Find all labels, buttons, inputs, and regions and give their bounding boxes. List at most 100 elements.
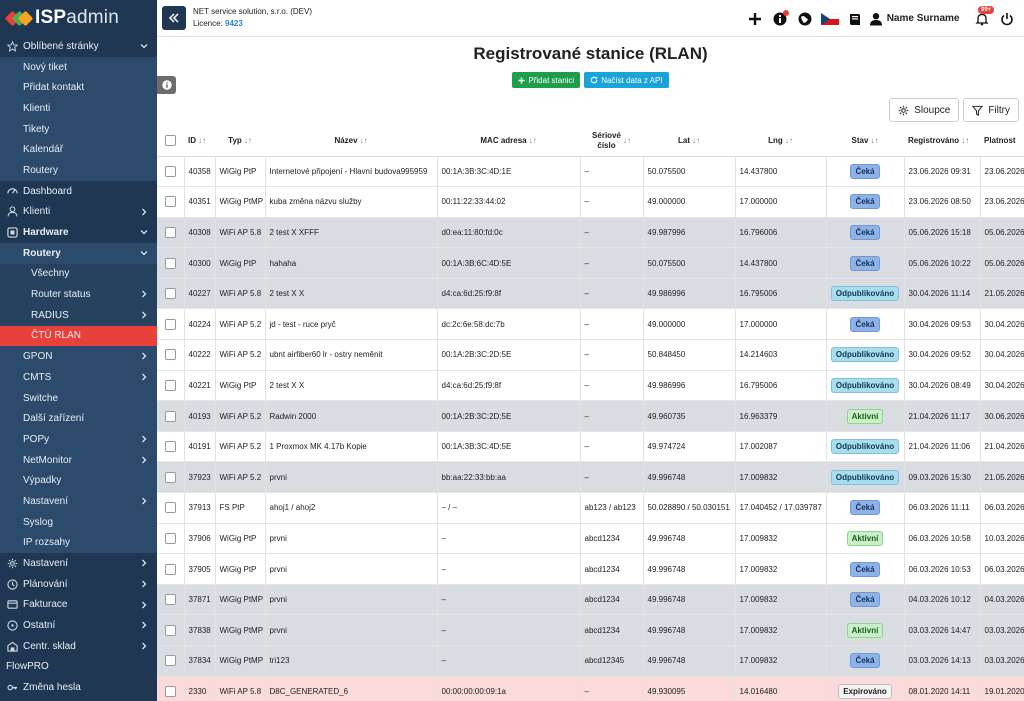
sidebar-item-planovani[interactable]: Plánování <box>0 573 157 595</box>
col-header-platnost[interactable]: Platnost <box>980 126 1024 157</box>
table-row[interactable]: 37905 WiGig PtP prvni – abcd1234 49.996748 17.… <box>157 553 1024 585</box>
globe-button[interactable] <box>794 8 816 30</box>
user-menu-button[interactable] <box>869 8 883 30</box>
row-checkbox[interactable] <box>164 257 176 269</box>
table-row[interactable]: 37913 FS PtP ahoj1 / ahoj2– / – ab123 / ab1… <box>157 492 1024 524</box>
row-checkbox[interactable] <box>164 655 176 667</box>
col-header-nazev[interactable]: Název ↓↑ <box>265 126 437 157</box>
add-station-button[interactable]: Přidat stanici <box>512 72 581 88</box>
col-header-typ[interactable]: Typ ↓↑ <box>215 126 265 157</box>
col-header-lng[interactable]: Lng ↓↑ <box>735 126 826 157</box>
sidebar-item-tikety[interactable]: Tikety <box>0 118 157 140</box>
sidebar-item-novy-tiket[interactable]: Nový tiket <box>0 56 157 78</box>
sidebar-item-router-status[interactable]: Router status <box>0 284 157 305</box>
row-checkbox[interactable] <box>164 532 176 544</box>
table-row[interactable]: 37923 WiFi AP 5.2 prvni bb:aa:22:33:bb:aa –4… <box>157 461 1024 494</box>
table-row[interactable]: 40224 WiFi AP 5.2 jd - test - ruce pryč dc:… <box>157 308 1024 341</box>
info-button[interactable] <box>769 8 791 30</box>
sidebar-item-pridat-kontakt[interactable]: Přidat kontakt <box>0 77 157 99</box>
sidebar-item-netmonitor[interactable]: NetMonitor <box>0 449 157 471</box>
table-row[interactable]: 40300 WiGig PtP hahaha 00:1A:3B:6C:4D:5E –50… <box>157 247 1024 279</box>
sidebar-item-popy[interactable]: POPy <box>0 429 157 450</box>
row-checkbox[interactable] <box>164 196 176 208</box>
table-row[interactable]: 40191 WiFi AP 5.2 1 Proxmox MK 4.17b Kopie… <box>157 431 1024 463</box>
col-header-lat[interactable]: Lat ↓↑ <box>643 126 735 157</box>
logo[interactable]: ISPadmin <box>0 0 157 36</box>
docs-button[interactable] <box>844 8 866 30</box>
select-all-checkbox[interactable] <box>165 135 176 147</box>
sidebar-item-flowpro[interactable]: FlowPRO <box>0 656 157 678</box>
filter-icon <box>972 105 984 116</box>
filters-button[interactable]: Filtry <box>963 98 1019 122</box>
collapse-sidebar-button[interactable] <box>162 6 186 30</box>
row-checkbox[interactable] <box>164 410 176 422</box>
sidebar-item-routery[interactable]: Routery <box>0 160 157 181</box>
sidebar-item-oblibene-stranky[interactable]: Oblíbené stránky <box>0 36 157 57</box>
logout-button[interactable] <box>996 8 1018 30</box>
row-checkbox[interactable] <box>164 471 176 483</box>
table-row[interactable]: 2330 WiFi AP 5.8 D8C_GENERATED_6 00:00:00:0… <box>157 676 1024 701</box>
licence-info: Licence: 9423 <box>193 19 243 28</box>
sidebar-item-centr-sklad[interactable]: Centr. sklad <box>0 635 157 657</box>
col-header-stav[interactable]: Stav ↓↑ <box>826 126 904 157</box>
table-row[interactable]: 40193 WiFi AP 5.2 Radwin 2000 00:1A:2B:3C:2… <box>157 400 1024 432</box>
sidebar-item-hardware[interactable]: Hardware <box>0 222 157 243</box>
row-checkbox[interactable] <box>164 624 176 636</box>
row-checkbox[interactable] <box>164 226 176 238</box>
sidebar-item-vsechny[interactable]: Všechny <box>0 263 157 285</box>
table-row[interactable]: 37871 WiGig PtMP prvni – abcd1234 49.996748 17… <box>157 584 1024 616</box>
row-checkbox[interactable] <box>164 349 176 361</box>
columns-button[interactable]: Sloupce <box>889 98 960 122</box>
col-header-serial[interactable]: Sériové číslo↓↑ <box>580 126 643 157</box>
sidebar-item-fakturace[interactable]: Fakturace <box>0 594 157 616</box>
table-row[interactable]: 40351 WiGig PtMP kuba změna názvu služby 00… <box>157 186 1024 218</box>
table-row[interactable]: 40308 WiFi AP 5.8 2 test X XFFF d0:ea:11:80… <box>157 217 1024 249</box>
sidebar-item-nastaveni[interactable]: Nastavení <box>0 553 157 574</box>
row-checkbox[interactable] <box>164 288 176 300</box>
cell-lng: 14.437800 <box>735 156 827 188</box>
sidebar-item-dalsi-zarizeni[interactable]: Další zařízení <box>0 408 157 430</box>
sidebar-item-dashboard[interactable]: Dashboard <box>0 180 157 202</box>
sidebar-item-cmts[interactable]: CMTS <box>0 367 157 388</box>
table-row[interactable]: 37838 WiGig PtMP prvni – abcd1234 49.996748 17… <box>157 614 1024 646</box>
row-checkbox[interactable] <box>164 594 176 606</box>
sidebar-item-nastaveni[interactable]: Nastavení <box>0 491 157 512</box>
cell-plat: 23.06.2026 <box>980 156 1024 188</box>
sidebar-item-gpon[interactable]: GPON <box>0 346 157 367</box>
plus-button[interactable] <box>744 8 766 30</box>
sidebar-item-kalendar[interactable]: Kalendář <box>0 139 157 161</box>
table-row[interactable]: 37834 WiGig PtMP tri123– abcd12345 49.996748… <box>157 645 1024 677</box>
load-api-button[interactable]: Načíst data z API <box>584 72 669 88</box>
sidebar-item-klienti[interactable]: Klienti <box>0 201 157 223</box>
sidebar-item-radius[interactable]: RADIUS <box>0 304 157 326</box>
row-checkbox[interactable] <box>164 379 176 391</box>
cell-lat: 49.996748 <box>643 553 736 585</box>
row-checkbox[interactable] <box>164 563 176 575</box>
table-row[interactable]: 40358 WiGig PtP Internetové připojení - Hl… <box>157 156 1024 188</box>
table-row[interactable]: 40221 WiGig PtP 2 test X Xd4:ca:6d:25:f9:8… <box>157 370 1024 402</box>
notifications-button[interactable]: 99+ <box>971 5 995 30</box>
username[interactable]: Name Surname <box>887 13 960 24</box>
col-header-registrovano[interactable]: Registrováno ↓↑ <box>904 126 980 157</box>
table-row[interactable]: 40222 WiFi AP 5.2 ubnt airfiber60 lr - ost… <box>157 339 1024 371</box>
table-row[interactable]: 37906 WiGig PtP prvni – abcd1234 49.996748 17.… <box>157 523 1024 555</box>
row-checkbox[interactable] <box>164 441 176 453</box>
language-flag-button[interactable] <box>819 8 841 30</box>
sidebar-item-switche[interactable]: Switche <box>0 387 157 409</box>
sidebar-item-ostatni[interactable]: Ostatní <box>0 615 157 636</box>
table-row[interactable]: 40227 WiFi AP 5.8 2 test X Xd4:ca:6d:25:f9… <box>157 278 1024 310</box>
col-header-mac[interactable]: MAC adresa ↓↑ <box>437 126 580 157</box>
sidebar-item-ip-rozsahy[interactable]: IP rozsahy <box>0 532 157 554</box>
sidebar-item-routery[interactable]: Routery <box>0 242 157 264</box>
cell-id: 37838 <box>184 614 216 646</box>
sidebar-item-klienti[interactable]: Klienti <box>0 98 157 119</box>
row-checkbox[interactable] <box>164 165 176 177</box>
sidebar-item-syslog[interactable]: Syslog <box>0 511 157 533</box>
row-checkbox[interactable] <box>164 685 176 697</box>
sidebar-item-vypadky[interactable]: Výpadky <box>0 470 157 492</box>
col-header-id[interactable]: ID ↓↑ <box>184 126 215 157</box>
sidebar-item-zmena-hesla[interactable]: Změna hesla <box>0 677 157 698</box>
sidebar-item-ctu-rlan[interactable]: ČTÚ RLAN <box>0 325 157 347</box>
row-checkbox[interactable] <box>164 502 176 514</box>
row-checkbox[interactable] <box>164 318 176 330</box>
